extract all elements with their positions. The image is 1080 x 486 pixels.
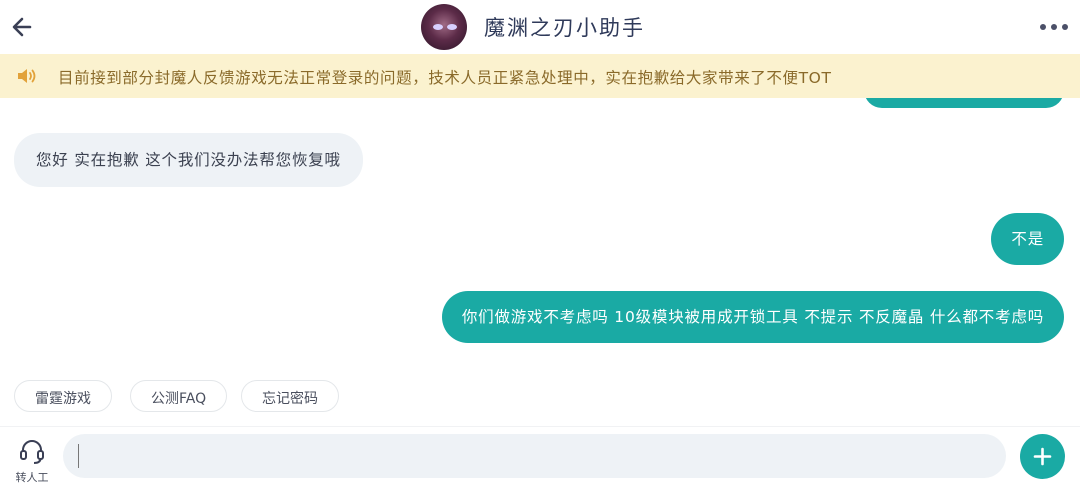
more-dots-icon <box>1040 24 1046 30</box>
text-cursor <box>78 444 79 468</box>
quick-reply-chip[interactable]: 公测FAQ <box>130 380 228 412</box>
chat-title: 魔渊之刃小助手 <box>484 16 645 40</box>
message-input[interactable] <box>63 434 1006 478</box>
add-button[interactable] <box>1020 434 1065 479</box>
quick-reply-chip[interactable]: 忘记密码 <box>241 380 339 412</box>
assistant-message: 您好 实在抱歉 这个我们没办法帮您恢复哦 <box>14 133 363 187</box>
plus-icon <box>1033 447 1052 466</box>
human-agent-button[interactable]: 转人工 <box>10 435 54 484</box>
chat-messages: 您好 实在抱歉 这个我们没办法帮您恢复哦 不是 你们做游戏不考虑吗 10级模块被… <box>0 98 1080 428</box>
more-dots-icon <box>1051 24 1057 30</box>
more-dots-icon <box>1062 24 1068 30</box>
input-bar: 转人工 <box>0 426 1080 486</box>
arrow-left-icon <box>12 17 32 37</box>
more-options-button[interactable] <box>1040 24 1068 32</box>
quick-replies: 雷霆游戏 公测FAQ 忘记密码 <box>0 380 1080 412</box>
speaker-icon <box>18 69 36 83</box>
quick-reply-chip[interactable]: 雷霆游戏 <box>14 380 112 412</box>
notice-banner: 目前接到部分封魔人反馈游戏无法正常登录的问题，技术人员正紧急处理中，实在抱歉给大… <box>0 54 1080 98</box>
user-message: 你们做游戏不考虑吗 10级模块被用成开锁工具 不提示 不反魔晶 什么都不考虑吗 <box>441 291 1064 343</box>
back-button[interactable] <box>8 12 38 42</box>
previous-message-bubble <box>864 98 1064 108</box>
user-message: 不是 <box>991 213 1064 265</box>
agent-label: 转人工 <box>15 471 49 484</box>
assistant-avatar <box>421 4 467 50</box>
headset-icon <box>20 440 44 464</box>
chat-header: 魔渊之刃小助手 <box>0 0 1080 54</box>
notice-text: 目前接到部分封魔人反馈游戏无法正常登录的问题，技术人员正紧急处理中，实在抱歉给大… <box>58 69 832 87</box>
